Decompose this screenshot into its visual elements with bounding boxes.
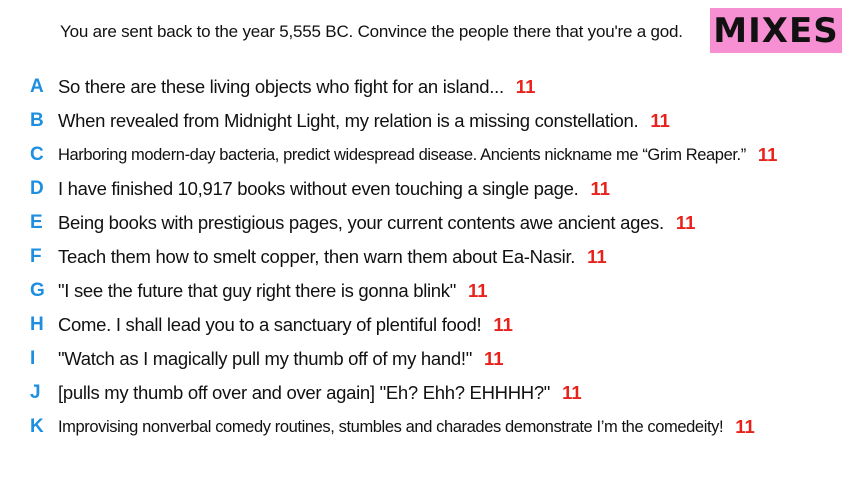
- entry-score: 11: [587, 246, 607, 267]
- list-item: E Being books with prestigious pages, yo…: [0, 206, 853, 240]
- entry-letter: E: [30, 212, 43, 233]
- entry-text: "Watch as I magically pull my thumb off …: [58, 348, 472, 369]
- entry-letter: G: [30, 280, 45, 301]
- entry-text: Teach them how to smelt copper, then war…: [58, 246, 576, 267]
- entry-score: 11: [650, 110, 670, 131]
- entry-letter: D: [30, 178, 44, 199]
- entry-text: Come. I shall lead you to a sanctuary of…: [58, 314, 482, 335]
- list-item: D I have finished 10,917 books without e…: [0, 172, 853, 206]
- entry-score: 11: [735, 416, 755, 437]
- entry-score: 11: [675, 212, 696, 233]
- entry-score: 11: [468, 280, 488, 301]
- entry-letter: J: [30, 382, 41, 403]
- entry-text: When revealed from Midnight Light, my re…: [58, 110, 639, 131]
- entry-text: Harboring modern-day bacteria, predict w…: [58, 145, 746, 164]
- entry-text: "I see the future that guy right there i…: [58, 280, 457, 301]
- list-item: K Improvising nonverbal comedy routines,…: [0, 410, 853, 444]
- prompt-text: You are sent back to the year 5,555 BC. …: [60, 22, 683, 41]
- list-item: B When revealed from Midnight Light, my …: [0, 104, 853, 138]
- entries-list: A So there are these living objects who …: [0, 70, 853, 444]
- list-item: F Teach them how to smelt copper, then w…: [0, 240, 853, 274]
- entry-score: 11: [483, 348, 504, 369]
- entry-text: So there are these living objects who fi…: [58, 76, 504, 97]
- entry-letter: B: [30, 110, 44, 131]
- list-item: J [pulls my thumb off over and over agai…: [0, 376, 853, 410]
- entry-score: 11: [757, 144, 778, 165]
- entry-letter: F: [30, 246, 42, 267]
- list-item: C Harboring modern-day bacteria, predict…: [0, 138, 853, 172]
- list-item: G "I see the future that guy right there…: [0, 274, 853, 308]
- mixes-badge: MIXES: [710, 8, 842, 53]
- entry-letter: H: [30, 314, 44, 335]
- list-item: I "Watch as I magically pull my thumb of…: [0, 342, 853, 376]
- entry-letter: I: [30, 348, 36, 369]
- entry-letter: K: [30, 416, 44, 437]
- entry-score: 11: [515, 76, 536, 97]
- entry-letter: A: [30, 76, 44, 97]
- entry-letter: C: [30, 144, 44, 165]
- entry-text: Being books with prestigious pages, your…: [58, 212, 664, 233]
- entry-score: 11: [493, 314, 513, 335]
- list-item: H Come. I shall lead you to a sanctuary …: [0, 308, 853, 342]
- entry-text: Improvising nonverbal comedy routines, s…: [58, 417, 724, 436]
- entry-score: 11: [590, 178, 611, 199]
- entry-text: [pulls my thumb off over and over again]…: [58, 382, 551, 403]
- list-item: A So there are these living objects who …: [0, 70, 853, 104]
- entry-text: I have finished 10,917 books without eve…: [58, 178, 579, 199]
- entry-score: 11: [562, 382, 582, 403]
